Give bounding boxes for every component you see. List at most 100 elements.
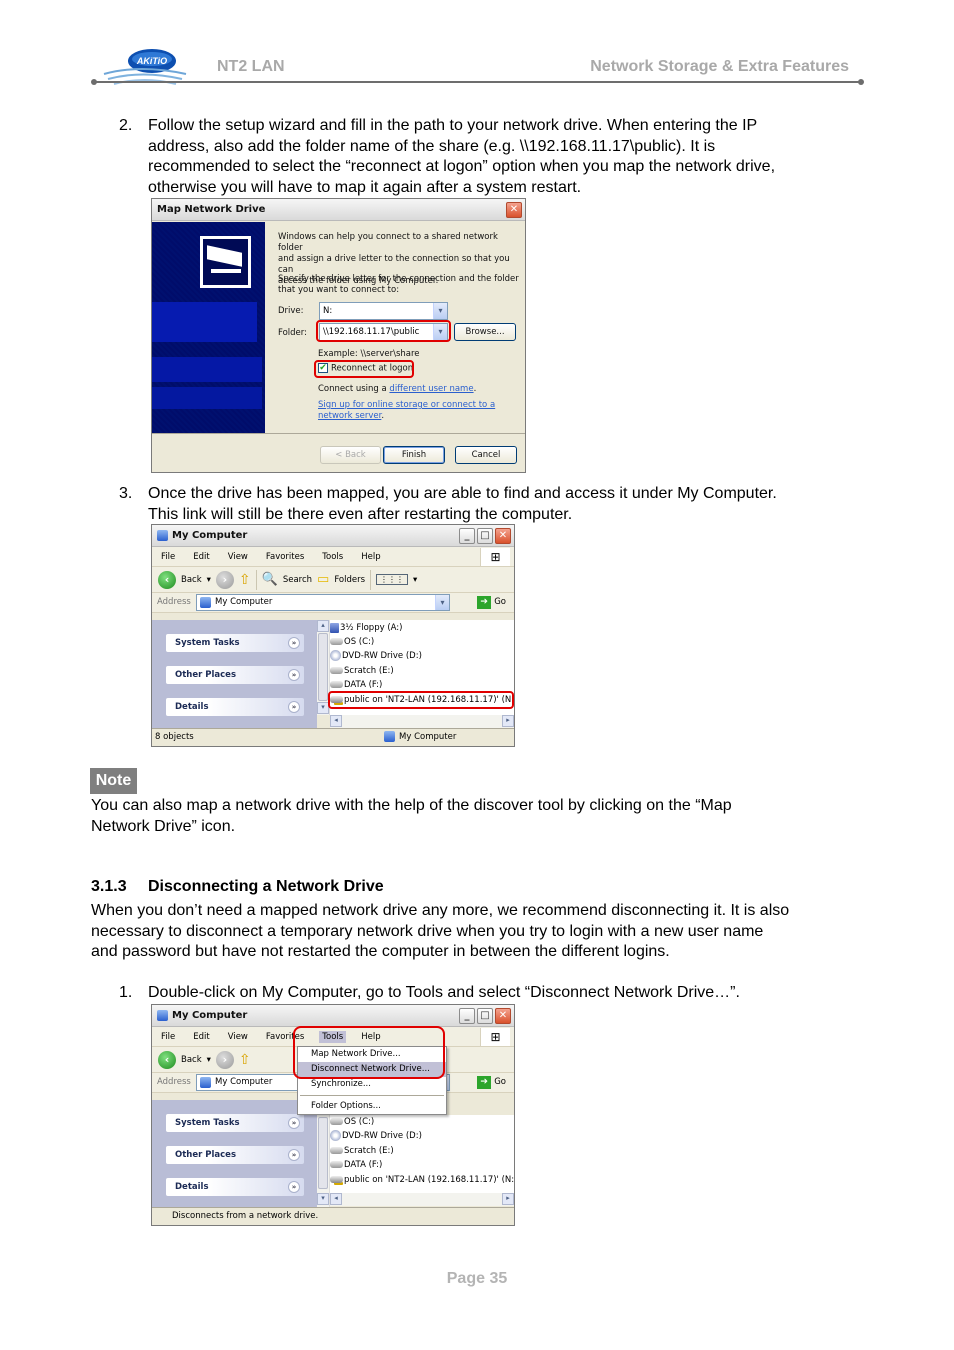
- task-system-tasks[interactable]: System Tasks»: [166, 634, 304, 652]
- list-item[interactable]: Scratch (E:): [330, 664, 394, 678]
- list-item[interactable]: 3½ Floppy (A:): [330, 621, 402, 635]
- expand-icon[interactable]: »: [288, 1117, 300, 1129]
- list-item[interactable]: OS (C:): [330, 635, 374, 649]
- horizontal-scrollbar[interactable]: ◂ ▸: [330, 715, 514, 728]
- menu-bar: File Edit View Favorites Tools Help ⊞: [152, 547, 514, 567]
- close-icon[interactable]: ✕: [495, 528, 511, 544]
- list-item[interactable]: DVD-RW Drive (D:): [330, 1129, 422, 1143]
- close-icon[interactable]: ✕: [495, 1008, 511, 1024]
- computer-icon: [384, 731, 395, 742]
- expand-icon[interactable]: »: [288, 1149, 300, 1161]
- drive-label: Drive:: [278, 306, 304, 316]
- computer-icon: [200, 597, 211, 608]
- computer-icon: [157, 530, 168, 541]
- scroll-right-icon[interactable]: ▸: [502, 1193, 514, 1205]
- search-icon[interactable]: 🔍: [262, 572, 278, 587]
- list-item[interactable]: OS (C:): [330, 1115, 374, 1129]
- maximize-icon[interactable]: □: [477, 528, 493, 544]
- scroll-left-icon[interactable]: ◂: [330, 1193, 342, 1205]
- dropdown-icon[interactable]: ▾: [207, 575, 211, 585]
- menu-file[interactable]: File: [158, 551, 178, 563]
- back-arrow-icon[interactable]: ‹: [158, 570, 176, 589]
- scroll-up-icon[interactable]: ▴: [317, 620, 329, 632]
- search-button[interactable]: Search: [283, 575, 312, 585]
- expand-icon[interactable]: »: [288, 1181, 300, 1193]
- list-item-network-drive[interactable]: public on 'NT2-LAN (192.168.11.17)' (N:): [330, 1173, 514, 1187]
- scroll-right-icon[interactable]: ▸: [502, 715, 514, 727]
- back-button[interactable]: Back: [181, 575, 202, 585]
- menu-view[interactable]: View: [225, 551, 251, 563]
- text-line: Follow the setup wizard and fill in the …: [148, 117, 758, 134]
- note-badge: Note: [90, 768, 137, 794]
- menu-edit[interactable]: Edit: [190, 551, 212, 563]
- menu-tools[interactable]: Tools: [319, 551, 346, 563]
- expand-icon[interactable]: »: [288, 669, 300, 681]
- scroll-left-icon[interactable]: ◂: [330, 715, 342, 727]
- section-heading: 3.1.3 Disconnecting a Network Drive: [91, 878, 384, 896]
- menu-item-synchronize[interactable]: Synchronize...: [298, 1077, 446, 1092]
- task-system-tasks[interactable]: System Tasks»: [166, 1114, 304, 1132]
- scroll-down-icon[interactable]: ▾: [317, 1193, 329, 1205]
- go-button[interactable]: ➔ Go: [477, 1076, 506, 1089]
- minimize-icon[interactable]: _: [459, 528, 475, 544]
- go-button[interactable]: ➔ Go: [477, 596, 506, 609]
- browse-button[interactable]: Browse...: [454, 323, 516, 341]
- text-line: address, also add the folder name of the…: [148, 137, 716, 155]
- menu-edit[interactable]: Edit: [190, 1031, 212, 1043]
- task-details[interactable]: Details»: [166, 698, 304, 716]
- text-line: Once the drive has been mapped, you are …: [148, 485, 777, 502]
- section-text: When you don’t need a mapped network dri…: [91, 901, 789, 963]
- list-item[interactable]: DATA (F:): [330, 678, 382, 692]
- step-number: 3.: [119, 485, 133, 502]
- horizontal-scrollbar[interactable]: ◂ ▸: [330, 1193, 514, 1206]
- close-icon[interactable]: ✕: [506, 202, 522, 218]
- views-icon[interactable]: ⋮⋮⋮: [376, 574, 409, 585]
- page-number: Page 35: [446, 1270, 508, 1287]
- chevron-down-icon[interactable]: ▾: [435, 595, 449, 610]
- chevron-down-icon[interactable]: ▾: [433, 303, 447, 319]
- cancel-button[interactable]: Cancel: [455, 446, 517, 464]
- back-button[interactable]: Back: [181, 1055, 202, 1065]
- signup-text: Sign up for online storage or connect to…: [318, 400, 496, 421]
- maximize-icon[interactable]: □: [477, 1008, 493, 1024]
- map-network-drive-dialog: Map Network Drive ✕ Windows can help you…: [151, 198, 526, 473]
- dialog-titlebar: Map Network Drive ✕: [152, 199, 525, 221]
- hard-drive-icon: [330, 681, 343, 688]
- address-input[interactable]: My Computer ▾: [196, 594, 450, 611]
- drive-select[interactable]: N: ▾: [319, 302, 448, 320]
- menu-item-folder-options[interactable]: Folder Options...: [298, 1099, 446, 1114]
- up-folder-icon[interactable]: ⇧: [239, 1052, 251, 1068]
- forward-arrow-icon[interactable]: ›: [215, 570, 234, 589]
- list-item[interactable]: DATA (F:): [330, 1158, 382, 1172]
- signup-link[interactable]: Sign up for online storage or connect to…: [318, 400, 495, 411]
- back-button[interactable]: < Back: [320, 446, 381, 464]
- expand-icon[interactable]: »: [288, 701, 300, 713]
- menu-view[interactable]: View: [225, 1031, 251, 1043]
- up-folder-icon[interactable]: ⇧: [239, 572, 251, 588]
- dropdown-icon[interactable]: ▾: [413, 575, 417, 585]
- akitio-logo: AKiTiO: [103, 49, 187, 85]
- vertical-scrollbar[interactable]: ▾: [317, 1115, 330, 1207]
- menu-separator: [300, 1095, 444, 1096]
- network-server-link[interactable]: network server: [318, 411, 381, 421]
- menu-favorites[interactable]: Favorites: [263, 551, 307, 563]
- list-item[interactable]: DVD-RW Drive (D:): [330, 649, 422, 663]
- forward-arrow-icon[interactable]: ›: [215, 1050, 234, 1069]
- minimize-icon[interactable]: _: [459, 1008, 475, 1024]
- menu-help[interactable]: Help: [358, 551, 383, 563]
- task-other-places[interactable]: Other Places»: [166, 666, 304, 684]
- task-other-places[interactable]: Other Places»: [166, 1146, 304, 1164]
- expand-icon[interactable]: »: [288, 637, 300, 649]
- dialog-footer: < Back Finish Cancel: [152, 433, 525, 472]
- menu-file[interactable]: File: [158, 1031, 178, 1043]
- folders-icon[interactable]: ▭: [317, 572, 329, 587]
- different-user-link[interactable]: different user name: [389, 384, 473, 394]
- task-details[interactable]: Details»: [166, 1178, 304, 1196]
- dropdown-icon[interactable]: ▾: [207, 1055, 211, 1065]
- back-arrow-icon[interactable]: ‹: [158, 1050, 176, 1069]
- folders-button[interactable]: Folders: [334, 575, 365, 585]
- list-item[interactable]: Scratch (E:): [330, 1144, 394, 1158]
- text-line: You can also map a network drive with th…: [91, 797, 732, 814]
- finish-button[interactable]: Finish: [383, 446, 445, 464]
- text-line: When you don’t need a mapped network dri…: [91, 902, 790, 919]
